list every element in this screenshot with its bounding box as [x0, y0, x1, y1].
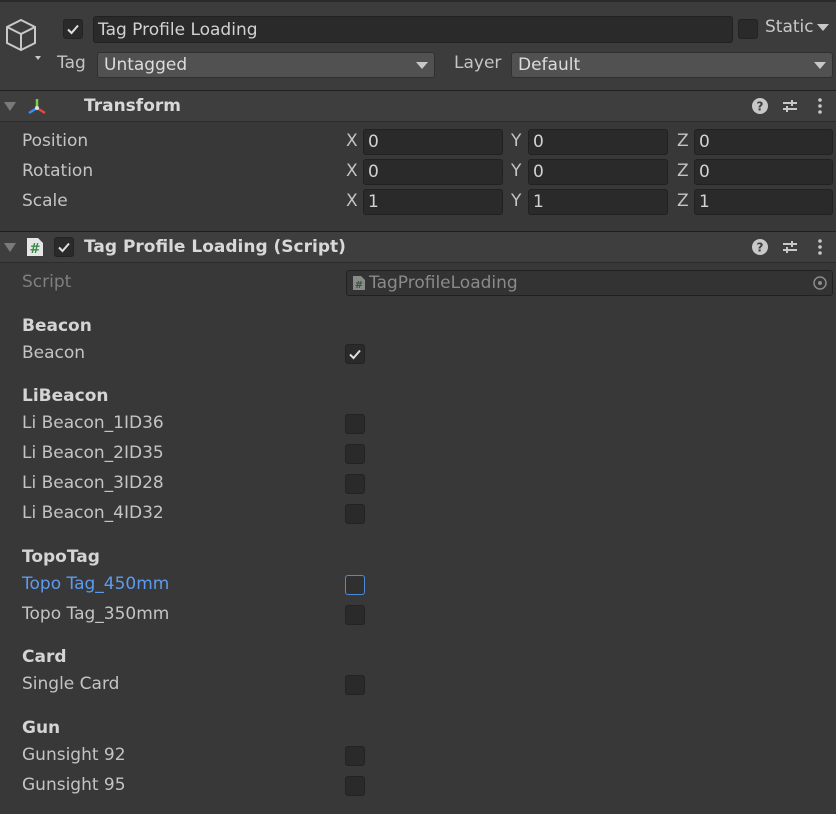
script-component-title: Tag Profile Loading (Script) [84, 237, 346, 257]
field-label-topo-tag-350mm: Topo Tag_350mm [22, 604, 170, 624]
position-x-field[interactable]: 0 [363, 129, 503, 155]
position-y-field[interactable]: 0 [528, 129, 668, 155]
presets-icon[interactable] [780, 96, 800, 116]
transform-foldout-icon[interactable] [4, 102, 16, 111]
checkbox-li-beacon-4id32[interactable] [345, 504, 365, 524]
static-toggle[interactable] [738, 19, 758, 39]
position-z-field[interactable]: 0 [694, 129, 833, 155]
gameobject-name-field[interactable]: Tag Profile Loading [93, 16, 733, 43]
gameobject-active-toggle[interactable] [63, 19, 83, 39]
field-label-gunsight-92: Gunsight 92 [22, 745, 126, 765]
gameobject-name-text: Tag Profile Loading [98, 19, 258, 40]
position-y-axis-label: Y [511, 131, 522, 151]
object-picker-icon[interactable] [812, 275, 828, 291]
checkbox-beacon[interactable] [345, 344, 365, 364]
presets-icon[interactable] [780, 237, 800, 257]
checkbox-gunsight-92[interactable] [345, 746, 365, 766]
position-label: Position [22, 131, 89, 151]
checkbox-li-beacon-1id36[interactable] [345, 414, 365, 434]
scale-x-field[interactable]: 1 [363, 189, 503, 215]
field-label-single-card: Single Card [22, 674, 120, 694]
more-options-icon[interactable] [810, 237, 830, 257]
script-file-icon: # [351, 275, 367, 291]
group-header-topotag: TopoTag [22, 547, 100, 567]
script-field-value: TagProfileLoading [369, 273, 518, 293]
checkbox-topo-tag-450mm[interactable] [345, 575, 365, 595]
svg-text:?: ? [757, 241, 764, 255]
checkbox-topo-tag-350mm[interactable] [345, 605, 365, 625]
scale-y-axis-label: Y [511, 191, 522, 211]
scale-z-axis-label: Z [677, 191, 689, 211]
field-label-li-beacon-3id28: Li Beacon_3ID28 [22, 473, 164, 493]
script-foldout-icon[interactable] [4, 243, 16, 252]
position-x-axis-label: X [346, 131, 358, 151]
tag-label: Tag [57, 53, 86, 73]
rotation-y-value: 0 [533, 162, 544, 182]
group-header-card: Card [22, 647, 67, 667]
field-label-li-beacon-1id36: Li Beacon_1ID36 [22, 413, 164, 433]
field-label-beacon: Beacon [22, 343, 86, 363]
position-x-value: 0 [368, 132, 379, 152]
layer-dropdown[interactable]: Default [511, 52, 833, 78]
gameobject-cube-icon[interactable] [4, 16, 44, 60]
group-header-libeacon: LiBeacon [22, 386, 109, 406]
field-label-li-beacon-2id35: Li Beacon_2ID35 [22, 443, 164, 463]
field-label-gunsight-95: Gunsight 95 [22, 775, 126, 795]
script-enabled-toggle[interactable] [54, 237, 74, 257]
scale-y-value: 1 [533, 192, 544, 212]
rotation-x-value: 0 [368, 162, 379, 182]
checkbox-gunsight-95[interactable] [345, 776, 365, 796]
rotation-z-field[interactable]: 0 [694, 159, 833, 185]
chevron-down-icon [416, 61, 428, 69]
checkbox-li-beacon-3id28[interactable] [345, 474, 365, 494]
scale-z-field[interactable]: 1 [694, 189, 833, 215]
help-icon[interactable]: ? [750, 237, 770, 257]
group-header-gun: Gun [22, 718, 61, 738]
scale-z-value: 1 [699, 192, 710, 212]
scale-y-field[interactable]: 1 [528, 189, 668, 215]
static-dropdown-arrow-icon[interactable] [817, 24, 829, 31]
static-label: Static [765, 17, 814, 37]
svg-text:#: # [355, 280, 363, 291]
script-hash-icon: # [25, 237, 45, 257]
layer-value: Default [518, 55, 581, 75]
tag-dropdown[interactable]: Untagged [97, 52, 435, 78]
help-icon[interactable]: ? [750, 96, 770, 116]
svg-text:#: # [30, 242, 41, 257]
scale-label: Scale [22, 191, 68, 211]
position-z-value: 0 [699, 132, 710, 152]
transform-axes-icon [26, 96, 48, 118]
rotation-label: Rotation [22, 161, 94, 181]
more-options-icon[interactable] [810, 96, 830, 116]
chevron-down-icon [814, 61, 826, 69]
rotation-x-field[interactable]: 0 [363, 159, 503, 185]
rotation-y-field[interactable]: 0 [528, 159, 668, 185]
checkbox-single-card[interactable] [345, 675, 365, 695]
rotation-x-axis-label: X [346, 161, 358, 181]
checkbox-li-beacon-2id35[interactable] [345, 444, 365, 464]
field-label-li-beacon-4id32: Li Beacon_4ID32 [22, 503, 164, 523]
svg-text:?: ? [757, 100, 764, 114]
transform-title: Transform [84, 96, 181, 116]
script-object-field: # TagProfileLoading [346, 270, 833, 296]
rotation-y-axis-label: Y [511, 161, 522, 181]
field-label-topo-tag-450mm: Topo Tag_450mm [22, 574, 170, 594]
position-y-value: 0 [533, 132, 544, 152]
position-z-axis-label: Z [677, 131, 689, 151]
layer-label: Layer [454, 53, 502, 73]
rotation-z-axis-label: Z [677, 161, 689, 181]
scale-x-value: 1 [368, 192, 379, 212]
group-header-beacon: Beacon [22, 316, 92, 336]
tag-value: Untagged [104, 55, 188, 75]
rotation-z-value: 0 [699, 162, 710, 182]
scale-x-axis-label: X [346, 191, 358, 211]
script-field-label: Script [22, 272, 72, 292]
